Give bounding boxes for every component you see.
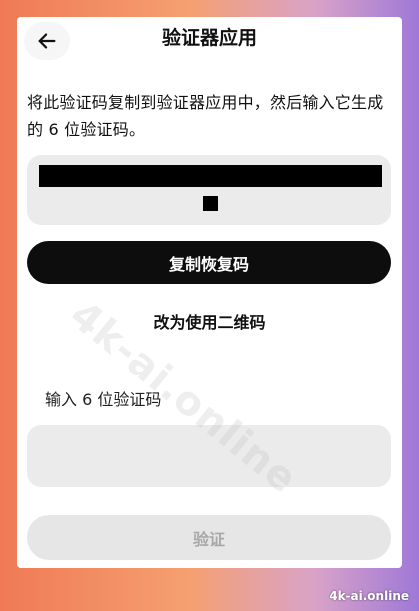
use-qr-code-link[interactable]: 改为使用二维码 [17,309,402,333]
verification-code-input[interactable] [27,425,391,487]
verification-code-label: 输入 6 位验证码 [45,390,162,409]
authenticator-dialog: 验证器应用 将此验证码复制到验证器应用中，然后输入它生成的 6 位验证码。 复制… [17,17,402,568]
dialog-header: 验证器应用 [17,17,402,61]
page-title: 验证器应用 [161,27,257,49]
verify-button[interactable]: 验证 [27,515,391,560]
copy-recovery-code-button[interactable]: 复制恢复码 [27,241,391,284]
recovery-code-redaction [39,165,382,187]
instruction-text: 将此验证码复制到验证器应用中，然后输入它生成的 6 位验证码。 [27,93,384,139]
recovery-code-box [27,155,391,225]
watermark-corner: 4k-ai.online [329,589,409,603]
recovery-code-redaction-tail [203,196,218,211]
